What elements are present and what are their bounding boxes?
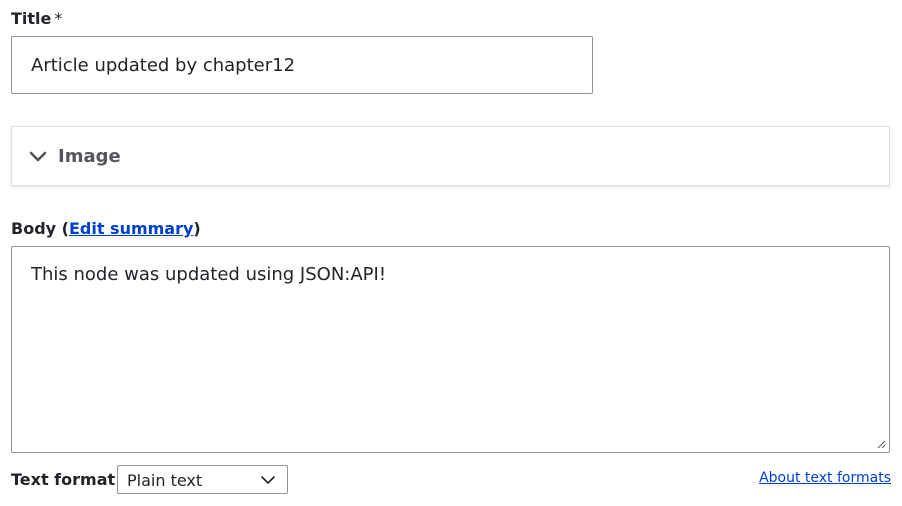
required-marker: * xyxy=(54,9,63,28)
title-label-text: Title xyxy=(11,9,52,28)
image-section-label: Image xyxy=(58,146,121,167)
body-label-prefix: Body ( xyxy=(11,219,69,238)
image-details-toggle[interactable]: Image xyxy=(11,126,890,186)
text-format-label: Text format xyxy=(11,470,116,489)
title-label: Title * xyxy=(11,9,62,29)
chevron-down-icon xyxy=(29,151,47,162)
title-input[interactable] xyxy=(11,36,593,94)
about-text-formats-link[interactable]: About text formats xyxy=(759,470,891,486)
chevron-down-icon xyxy=(261,476,275,484)
edit-summary-link[interactable]: Edit summary xyxy=(69,219,193,238)
body-label: Body (Edit summary) xyxy=(11,219,201,239)
body-textarea[interactable]: This node was updated using JSON:API! xyxy=(11,246,890,453)
text-format-selected-value: Plain text xyxy=(127,471,203,490)
body-label-suffix: ) xyxy=(193,219,201,238)
resize-grip-icon[interactable] xyxy=(876,439,886,449)
text-format-select[interactable]: Plain text xyxy=(117,465,288,494)
